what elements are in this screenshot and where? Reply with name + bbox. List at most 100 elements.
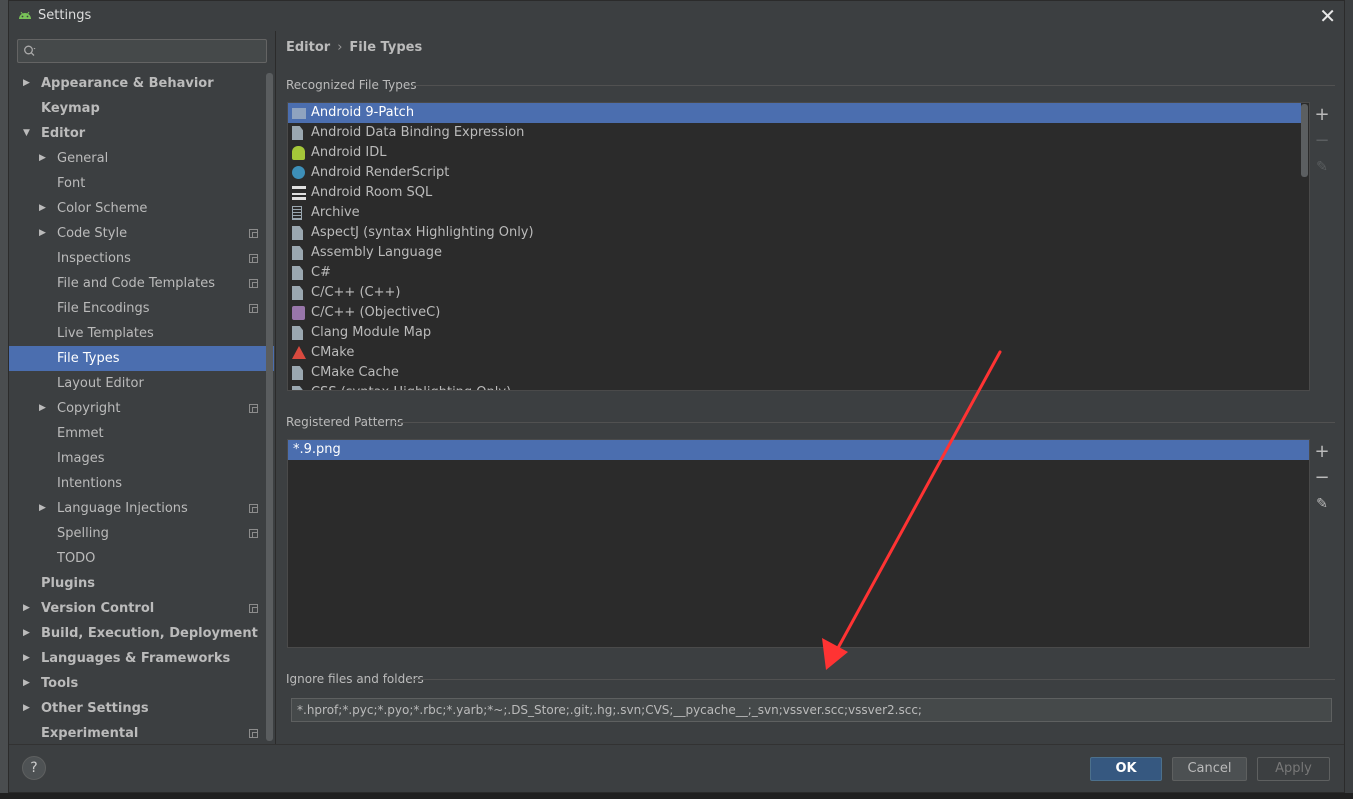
apply-button[interactable]: Apply (1257, 757, 1330, 781)
file-type-row[interactable]: CMake Cache (288, 363, 1301, 383)
chevron-right-icon[interactable]: ▶ (39, 146, 51, 171)
file-type-label: Assembly Language (311, 245, 442, 260)
search-icon (24, 45, 36, 56)
sidebar-item[interactable]: ▶ General (9, 146, 274, 171)
file-type-row[interactable]: Clang Module Map (288, 323, 1301, 343)
help-button[interactable]: ? (22, 756, 46, 780)
close-icon[interactable]: ✕ (1319, 4, 1336, 28)
chevron-right-icon[interactable]: ▶ (23, 596, 35, 621)
file-type-row[interactable]: Android IDL (288, 143, 1301, 163)
sidebar-item[interactable]: ▶ Version Control (9, 596, 274, 621)
title-bar: Settings ✕ (9, 1, 1344, 31)
sidebar-item[interactable]: ▶ Tools (9, 671, 274, 696)
breadcrumb: Editor › File Types (286, 40, 422, 55)
file-type-row[interactable]: C/C++ (ObjectiveC) (288, 303, 1301, 323)
chevron-right-icon[interactable]: ▶ (39, 221, 51, 246)
sidebar-item[interactable]: File Types (9, 346, 274, 371)
footer-divider (9, 744, 1344, 745)
sidebar-item[interactable]: ▼ Editor (9, 121, 274, 146)
project-scope-icon (249, 279, 258, 288)
ok-button[interactable]: OK (1090, 757, 1162, 781)
sidebar-item[interactable]: ▶ Language Injections (9, 496, 274, 521)
chevron-right-icon[interactable]: ▶ (23, 621, 35, 646)
sidebar-item[interactable]: Spelling (9, 521, 274, 546)
recognized-file-types-list[interactable]: Android 9-Patch Android Data Binding Expr… (287, 102, 1310, 391)
sidebar-item-label: Experimental (41, 726, 139, 741)
edit-pattern-button[interactable]: ✎ (1312, 494, 1332, 514)
android-studio-icon (19, 11, 31, 19)
file-type-row[interactable]: Archive (288, 203, 1301, 223)
sidebar-item[interactable]: Experimental (9, 721, 274, 746)
file-type-row[interactable]: CMake (288, 343, 1301, 363)
file-icon (292, 386, 303, 390)
chevron-right-icon[interactable]: ▶ (39, 396, 51, 421)
sidebar-item[interactable]: ▶ Build, Execution, Deployment (9, 621, 274, 646)
chevron-right-icon[interactable]: ▶ (23, 71, 35, 96)
file-type-row[interactable]: Android Data Binding Expression (288, 123, 1301, 143)
sidebar-item[interactable]: ▶ Languages & Frameworks (9, 646, 274, 671)
project-scope-icon (249, 504, 258, 513)
ignore-files-label: Ignore files and folders (286, 672, 424, 686)
section-divider (413, 85, 1335, 86)
file-type-row[interactable]: AspectJ (syntax Highlighting Only) (288, 223, 1301, 243)
breadcrumb-parent[interactable]: Editor (286, 40, 330, 55)
archive-icon (292, 206, 302, 220)
sidebar-item[interactable]: Inspections (9, 246, 274, 271)
sidebar-item-label: Font (57, 176, 86, 191)
chevron-right-icon[interactable]: ▶ (23, 671, 35, 696)
sidebar-item[interactable]: TODO (9, 546, 274, 571)
file-type-label: Android Data Binding Expression (311, 125, 525, 140)
sidebar-item[interactable]: ▶ Code Style (9, 221, 274, 246)
file-type-row[interactable]: C# (288, 263, 1301, 283)
sidebar-item[interactable]: Images (9, 446, 274, 471)
sidebar-item[interactable]: Plugins (9, 571, 274, 596)
chevron-right-icon[interactable]: ▶ (23, 646, 35, 671)
file-type-row[interactable]: Android RenderScript (288, 163, 1301, 183)
remove-pattern-button[interactable]: − (1312, 468, 1332, 488)
remove-file-type-button[interactable]: − (1312, 131, 1332, 151)
sidebar-item[interactable]: Keymap (9, 96, 274, 121)
add-pattern-button[interactable]: + (1312, 442, 1332, 462)
sidebar-item[interactable]: File Encodings (9, 296, 274, 321)
chevron-right-icon[interactable]: ▶ (23, 696, 35, 721)
cancel-button[interactable]: Cancel (1172, 757, 1247, 781)
ignore-files-input[interactable]: *.hprof;*.pyc;*.pyo;*.rbc;*.yarb;*~;.DS_… (291, 698, 1332, 722)
file-type-row[interactable]: Assembly Language (288, 243, 1301, 263)
edit-file-type-button[interactable]: ✎ (1312, 157, 1332, 177)
file-type-row[interactable]: C/C++ (C++) (288, 283, 1301, 303)
add-file-type-button[interactable]: + (1312, 105, 1332, 125)
android-icon (292, 146, 305, 160)
sidebar-item-label: Appearance & Behavior (41, 76, 214, 91)
file-type-label: CSS (syntax Highlighting Only) (311, 383, 511, 390)
sidebar-item-label: Layout Editor (57, 376, 144, 391)
sidebar-item[interactable]: Font (9, 171, 274, 196)
file-type-row[interactable]: CSS (syntax Highlighting Only) (288, 383, 1301, 390)
sidebar-item[interactable]: ▶ Copyright (9, 396, 274, 421)
sidebar-scrollbar[interactable] (266, 73, 273, 741)
sidebar-item[interactable]: ▶ Color Scheme (9, 196, 274, 221)
file-type-row[interactable]: Android Room SQL (288, 183, 1301, 203)
sidebar-item[interactable]: Emmet (9, 421, 274, 446)
sidebar-item[interactable]: Layout Editor (9, 371, 274, 396)
file-type-label: CMake Cache (311, 365, 399, 380)
file-type-label: C/C++ (C++) (311, 285, 401, 300)
sidebar-item[interactable]: Live Templates (9, 321, 274, 346)
file-type-row[interactable]: Android 9-Patch (288, 103, 1301, 123)
file-types-scrollbar[interactable] (1301, 104, 1308, 177)
sidebar-item[interactable]: ▶ Appearance & Behavior (9, 71, 274, 96)
chevron-down-icon[interactable]: ▼ (23, 121, 35, 146)
breadcrumb-current: File Types (349, 40, 423, 55)
sidebar-item[interactable]: Intentions (9, 471, 274, 496)
splitter[interactable] (275, 31, 276, 744)
registered-patterns-list[interactable]: *.9.png (287, 439, 1310, 648)
search-input[interactable] (17, 39, 267, 63)
pattern-row[interactable]: *.9.png (288, 440, 1309, 460)
file-type-label: CMake (311, 345, 355, 360)
sidebar-item[interactable]: File and Code Templates (9, 271, 274, 296)
cmake-icon (292, 346, 306, 359)
chevron-right-icon[interactable]: ▶ (39, 196, 51, 221)
sidebar-item[interactable]: ▶ Other Settings (9, 696, 274, 721)
project-scope-icon (249, 729, 258, 738)
chevron-right-icon[interactable]: ▶ (39, 496, 51, 521)
asm-icon (292, 246, 303, 260)
